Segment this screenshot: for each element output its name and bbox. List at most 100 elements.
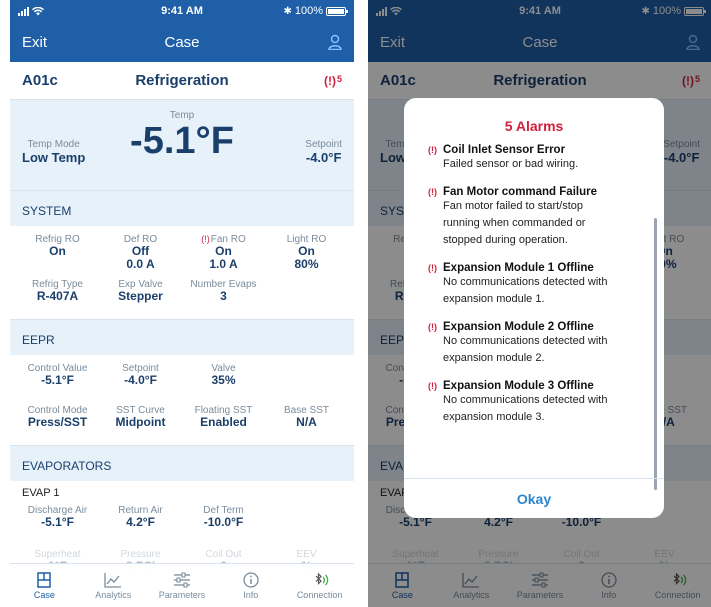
- section-eepr: EEPR: [10, 319, 354, 355]
- evap-1-title: EVAP 1: [22, 487, 60, 499]
- alarm-item-description: Failed sensor or bad wiring.: [443, 158, 579, 170]
- value-cell: Refrig ROOn: [16, 232, 99, 275]
- value-text: On: [49, 244, 66, 258]
- phone-screen-alarms: 9:41 AM ✱ 100% Exit Case A01c Refrigerat…: [368, 0, 711, 607]
- signal-icon: [18, 6, 29, 16]
- value-text: -10.0°F: [203, 515, 244, 529]
- alarm-item-description: No communications detected with: [443, 276, 608, 288]
- evap-row-1: Discharge Air-5.1°FReturn Air4.2°FDef Te…: [10, 501, 354, 545]
- alarm-item-description: expansion module 3.: [443, 411, 545, 423]
- value-cell: Return Air4.2°F: [99, 503, 182, 543]
- alarm-item-title-text: Expansion Module 1 Offline: [443, 262, 594, 274]
- temp-mode-label: Temp Mode: [27, 139, 80, 150]
- alarms-scrollbar[interactable]: [654, 218, 657, 490]
- alarm-count: 5: [336, 73, 342, 84]
- alarm-item-title-text: Expansion Module 3 Offline: [443, 380, 594, 392]
- value-text: -5.1°F: [41, 373, 74, 387]
- tab-analytics[interactable]: Analytics: [79, 564, 148, 607]
- alarm-icon: (!): [201, 234, 210, 244]
- info-icon: [243, 571, 259, 588]
- battery-percent: 100%: [294, 5, 323, 17]
- value-cell: Def ROOff0.0 A: [99, 232, 182, 275]
- alarm-item-description: Fan motor failed to start/stop: [443, 200, 584, 212]
- value-text: 4.2°F: [126, 515, 155, 529]
- temp-mode: Temp Mode Low Temp: [22, 139, 85, 165]
- analytics-icon: [104, 572, 122, 588]
- status-time: 9:41 AM: [161, 5, 203, 17]
- value-cell: Floating SSTEnabled: [182, 403, 265, 443]
- section-system: SYSTEM: [10, 190, 354, 226]
- value-secondary: 0.0 A: [126, 257, 155, 271]
- alarm-item-title-text: Expansion Module 2 Offline: [443, 321, 594, 333]
- system-row-1: Refrig ROOnDef ROOff0.0 A(!)Fan ROOn1.0 …: [10, 226, 354, 277]
- value-secondary: 80%: [294, 257, 319, 271]
- value-cell: Exp ValveStepper: [99, 277, 182, 317]
- nav-bar: Exit Case: [10, 22, 354, 62]
- exit-button[interactable]: Exit: [22, 34, 82, 51]
- section-evaporators: EVAPORATORS: [10, 445, 354, 481]
- alarm-icon: (!): [323, 73, 336, 88]
- tab-parameters[interactable]: Parameters: [148, 564, 217, 607]
- user-button[interactable]: [282, 34, 342, 50]
- tab-parameters-label: Parameters: [158, 589, 206, 600]
- tab-connection[interactable]: Connection: [285, 564, 354, 607]
- temp-mode-value: Low Temp: [22, 150, 86, 165]
- alarm-item-title: (!) Expansion Module 3 Offline: [428, 380, 650, 392]
- alarm-item: (!) Expansion Module 1 Offline No communic…: [428, 262, 650, 308]
- alarm-icon: (!): [428, 322, 437, 332]
- value-cell: Control ModePress/SST: [16, 403, 99, 443]
- value-text: -5.1°F: [41, 515, 74, 529]
- tab-info[interactable]: Info: [216, 564, 285, 607]
- alarm-icon: (!): [428, 381, 437, 391]
- alarm-item-description: No communications detected with: [443, 335, 608, 347]
- value-cell: Def Term-10.0°F: [182, 503, 265, 543]
- tab-connection-label: Connection: [296, 589, 343, 600]
- alarm-item-description: running when commanded or: [443, 217, 586, 229]
- alarms-dialog-title: 5 Alarms: [504, 118, 564, 134]
- parameters-icon: [173, 572, 190, 587]
- value-cell: [265, 361, 348, 401]
- okay-button[interactable]: Okay: [404, 478, 664, 518]
- wifi-icon: [32, 6, 44, 15]
- value-text: Stepper: [118, 289, 163, 303]
- value-cell: SST CurveMidpoint: [99, 403, 182, 443]
- value-text: -4.0°F: [124, 373, 157, 387]
- alarm-item-title-text: Coil Inlet Sensor Error: [443, 144, 566, 156]
- setpoint-label: Setpoint: [305, 139, 342, 150]
- alarm-item: (!) Fan Motor command Failure Fan motor fa…: [428, 186, 650, 249]
- alarm-item-title-text: Fan Motor command Failure: [443, 186, 597, 198]
- value-text: Midpoint: [115, 415, 166, 429]
- tab-case-label: Case: [33, 589, 55, 600]
- value-cell: Valve35%: [182, 361, 265, 401]
- value-text: 3: [220, 289, 227, 303]
- value-text: 35%: [211, 373, 236, 387]
- battery-icon: [326, 6, 348, 16]
- alarm-item-title: (!) Fan Motor command Failure: [428, 186, 650, 198]
- tab-info-label: Info: [243, 589, 259, 600]
- temp-reading: Temp -5.1°F: [130, 110, 234, 161]
- value-cell: Number Evaps3: [182, 277, 265, 317]
- alarm-item: (!) Coil Inlet Sensor Error Failed sensor …: [428, 144, 650, 173]
- case-id: A01c: [22, 72, 58, 89]
- alarm-item-description: expansion module 2.: [443, 352, 545, 364]
- case-header: A01c Refrigeration (!) 5: [10, 62, 354, 100]
- value-cell: Control Value-5.1°F: [16, 361, 99, 401]
- alarm-item-title: (!) Coil Inlet Sensor Error: [428, 144, 650, 156]
- alarm-item-title: (!) Expansion Module 1 Offline: [428, 262, 650, 274]
- setpoint: Setpoint -4.0°F: [305, 139, 342, 165]
- eepr-row-1: Control Value-5.1°FSetpoint-4.0°FValve35…: [10, 355, 354, 403]
- case-icon: [37, 571, 52, 588]
- value-cell: Light RO On 80%: [265, 232, 348, 275]
- value-text: Press/SST: [27, 415, 88, 429]
- tab-case[interactable]: Case: [10, 564, 79, 607]
- alarms-dialog: 5 Alarms (!) Coil Inlet Sensor Error Faile…: [404, 98, 664, 518]
- alarm-badge[interactable]: (!) 5: [282, 74, 342, 88]
- connection-icon: [315, 572, 328, 585]
- value-text: R-407A: [36, 289, 79, 303]
- phone-screen-case: 9:41 AM ✱ 100% Exit Case A01c Refrigerat…: [10, 0, 354, 607]
- alarms-list[interactable]: (!) Coil Inlet Sensor Error Failed sensor …: [404, 144, 664, 476]
- value-cell: Base SST N/A: [265, 403, 348, 443]
- alarm-icon: (!): [428, 187, 437, 197]
- system-row-2: Refrig TypeR-407AExp ValveStepperNumber …: [10, 277, 354, 319]
- alarm-item: (!) Expansion Module 3 Offline No communic…: [428, 380, 650, 426]
